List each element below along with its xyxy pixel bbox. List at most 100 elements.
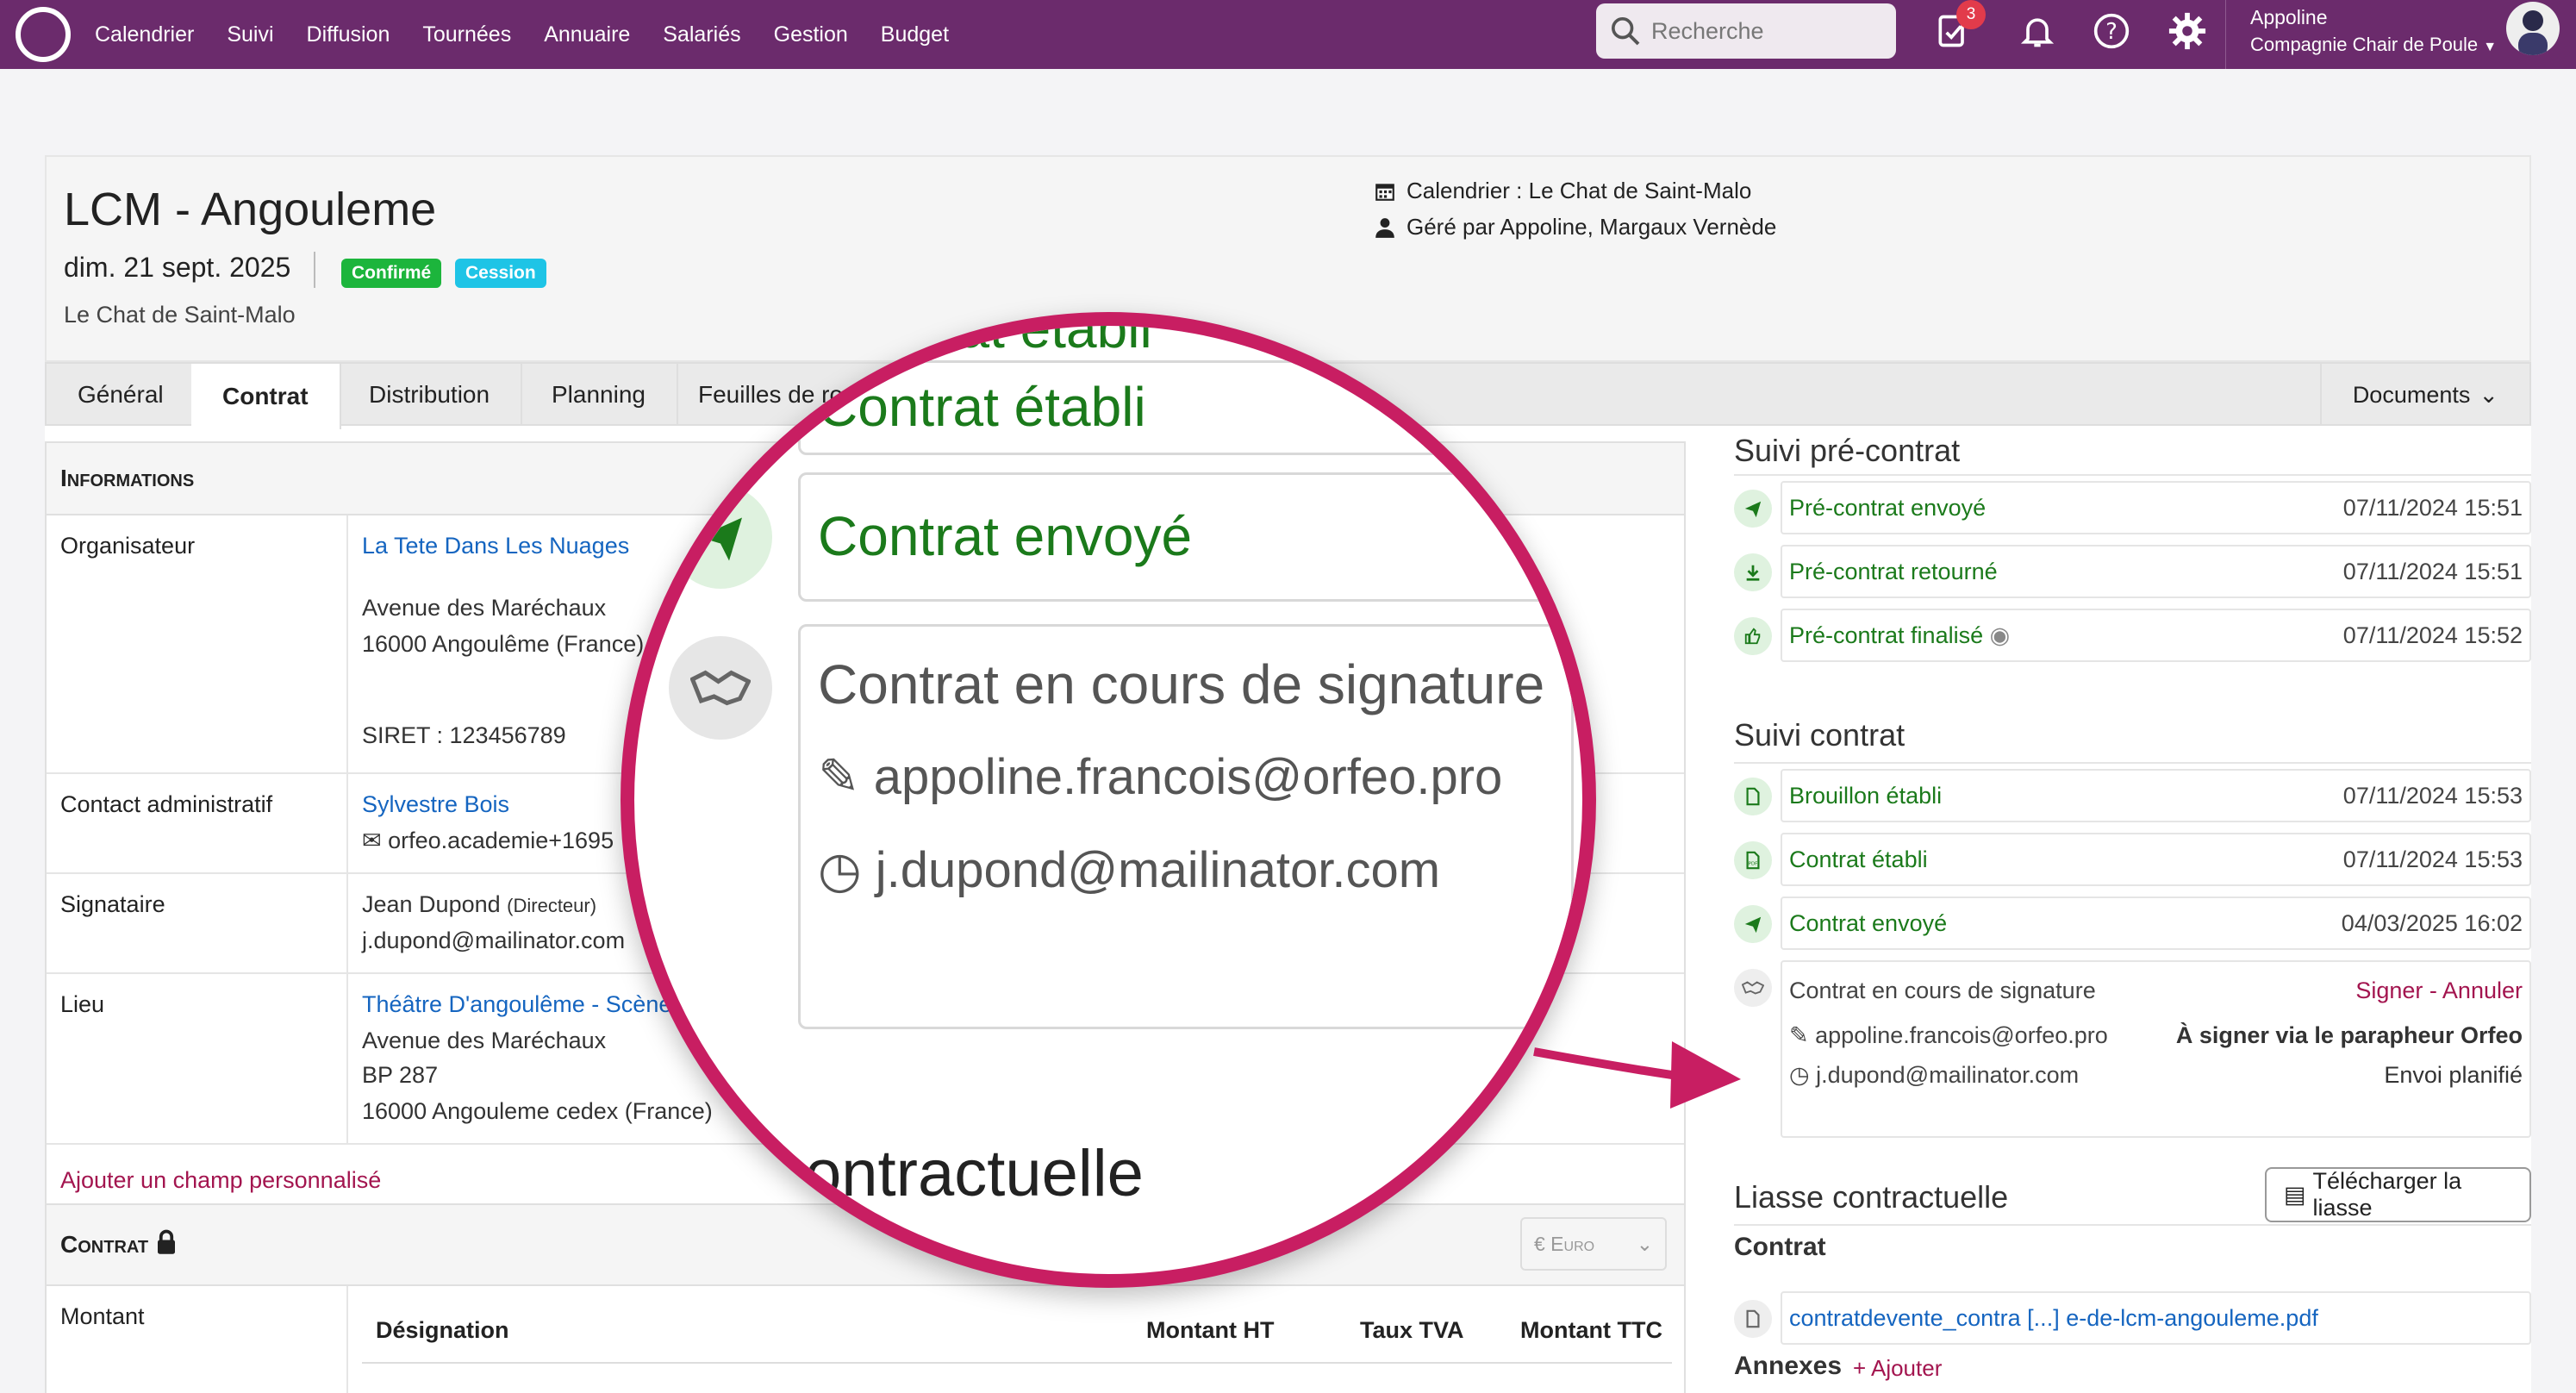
- currency-select[interactable]: € Euro ⌄: [1520, 1217, 1667, 1271]
- nav-tournees[interactable]: Tournées: [422, 22, 511, 47]
- calendar-icon: [1375, 183, 1394, 201]
- nav-calendrier[interactable]: Calendrier: [95, 22, 194, 47]
- contact-email[interactable]: orfeo.academie+1695: [388, 828, 614, 853]
- thumbs-up-icon: [1734, 617, 1772, 655]
- sign-cancel-actions[interactable]: Signer - Annuler: [2355, 978, 2523, 1004]
- contract-follow-heading: Suivi contrat: [1734, 717, 1905, 753]
- value-column: [346, 874, 348, 972]
- organiser-label: Organisateur: [60, 533, 196, 559]
- signer-label: Signataire: [60, 891, 165, 917]
- caret-down-icon: ▼: [2483, 40, 2498, 54]
- event-date: 04/03/2025 16:02: [2341, 909, 2523, 936]
- add-annex-link[interactable]: + Ajouter: [1853, 1355, 1942, 1382]
- place-link[interactable]: Théâtre D'angoulême - Scène: [362, 991, 671, 1018]
- magnified-sent: Contrat envoyé: [818, 505, 1193, 567]
- signer-email-2: j.dupond@mailinator.com: [1816, 1062, 2080, 1088]
- tab-general[interactable]: Général: [47, 364, 196, 426]
- search-input[interactable]: Recherche: [1596, 3, 1896, 59]
- user-company: Compagnie Chair de Poule: [2250, 34, 2479, 55]
- organiser-city: 16000 Angoulême (France): [362, 631, 645, 657]
- notification-count-badge: 3: [1956, 0, 1986, 29]
- liasse-contract-label: Contrat: [1734, 1233, 1826, 1261]
- contract-file-link[interactable]: contratdevente_contra [...] e-de-lcm-ang…: [1789, 1305, 2318, 1332]
- event-date: 07/11/2024 15:53: [2342, 846, 2523, 872]
- value-column: [346, 774, 348, 872]
- paper-plane-icon: [1734, 905, 1772, 943]
- user-menu[interactable]: Appoline Compagnie Chair de Poule ▼: [2225, 0, 2497, 69]
- tab-planning[interactable]: Planning: [521, 364, 678, 426]
- page-title: LCM - Angouleme: [64, 184, 437, 235]
- file-pdf-icon: PDF: [1734, 841, 1772, 879]
- handshake-icon: [669, 636, 772, 740]
- eye-icon[interactable]: ◉: [1990, 622, 2011, 648]
- download-liasse-button[interactable]: ▤ Télécharger la liasse: [2265, 1167, 2531, 1222]
- signing-label: Contrat en cours de signature: [1789, 978, 2096, 1003]
- app-logo[interactable]: [16, 7, 71, 62]
- nav-budget[interactable]: Budget: [881, 22, 949, 47]
- status-badge-confirmed: Confirmé: [341, 259, 442, 288]
- magnified-card-sent: Contrat envoyé: [798, 472, 1574, 602]
- edit-icon: ✎: [1789, 1022, 1809, 1048]
- bell-icon[interactable]: [2013, 7, 2061, 55]
- event-label: Contrat envoyé: [1789, 909, 1948, 936]
- magnifier-overlay: Contrat établi Contrat établi Contrat en…: [621, 312, 1596, 1288]
- documents-label: Documents: [2352, 381, 2471, 408]
- value-column: [346, 1286, 348, 1393]
- sign-via-note: À signer via le parapheur Orfeo: [2175, 1022, 2523, 1048]
- calendar-info: Calendrier : Le Chat de Saint-Malo: [1374, 178, 1751, 204]
- contact-label: Contact administratif: [60, 791, 273, 817]
- add-custom-field-link[interactable]: Ajouter un champ personnalisé: [60, 1167, 381, 1194]
- nav-suivi[interactable]: Suivi: [227, 22, 273, 47]
- gear-icon[interactable]: [2163, 7, 2211, 55]
- download-liasse-label: Télécharger la liasse: [2312, 1168, 2462, 1221]
- divider: [1734, 1224, 2531, 1226]
- nav-gestion[interactable]: Gestion: [774, 22, 848, 47]
- organisation-name: Le Chat de Saint-Malo: [64, 302, 296, 328]
- paper-plane-icon: [1734, 490, 1772, 528]
- top-navbar: Calendrier Suivi Diffusion Tournées Annu…: [0, 0, 2576, 69]
- contact-link[interactable]: Sylvestre Bois: [362, 791, 509, 818]
- col-taux-tva: Taux TVA: [1360, 1317, 1464, 1343]
- managed-label: Géré par Appoline, Margaux Vernède: [1407, 214, 1777, 240]
- avatar[interactable]: [2506, 2, 2560, 55]
- place-address: Avenue des Maréchaux: [362, 1028, 607, 1053]
- tab-distribution[interactable]: Distribution: [338, 364, 523, 426]
- search-placeholder: Recherche: [1651, 17, 1764, 44]
- nav-salaries[interactable]: Salariés: [663, 22, 740, 47]
- nav-diffusion[interactable]: Diffusion: [307, 22, 390, 47]
- magnified-card-established: Contrat établi: [798, 360, 1574, 455]
- contract-established: Contrat établi 07/11/2024 15:53: [1781, 833, 2531, 886]
- divider: [1734, 474, 2531, 476]
- magnified-card-signing: Contrat en cours de signature ✎ appoline…: [798, 624, 1574, 1029]
- magnified-established: Contrat établi: [818, 376, 1146, 438]
- annexes-label: Annexes: [1734, 1352, 1843, 1380]
- file-download-icon: ▤: [2284, 1181, 2306, 1208]
- clock-icon: ◷: [1789, 1062, 1810, 1088]
- magnified-signing: Contrat en cours de signature: [818, 653, 1545, 715]
- event-date: 07/11/2024 15:53: [2342, 782, 2523, 809]
- draft-established: Brouillon établi 07/11/2024 15:53: [1781, 769, 2531, 822]
- precontract-returned: Pré-contrat retourné 07/11/2024 15:51: [1781, 545, 2531, 598]
- divider: [362, 1362, 1672, 1364]
- event-label: Pré-contrat finalisé: [1789, 622, 1984, 648]
- event-date: 07/11/2024 15:52: [2342, 622, 2523, 648]
- value-column: [346, 974, 348, 1143]
- managed-by: Géré par Appoline, Margaux Vernède: [1374, 214, 1776, 240]
- divider: [314, 252, 315, 288]
- documents-dropdown[interactable]: Documents ⌄: [2319, 364, 2529, 426]
- file-pdf-icon: [1734, 1300, 1772, 1338]
- magnified-email-1: appoline.francois@orfeo.pro: [873, 749, 1503, 805]
- nav-annuaire[interactable]: Annuaire: [544, 22, 630, 47]
- svg-text:?: ?: [2105, 19, 2118, 45]
- envelope-icon: ✉: [362, 828, 382, 853]
- place-bp: BP 287: [362, 1062, 439, 1088]
- event-header: LCM - Angouleme dim. 21 sept. 2025 Confi…: [45, 155, 2531, 362]
- paper-plane-icon: [669, 485, 772, 589]
- organiser-link[interactable]: La Tete Dans Les Nuages: [362, 533, 629, 559]
- tab-contrat[interactable]: Contrat: [191, 364, 341, 429]
- contract-heading-label: Contrat: [60, 1231, 149, 1258]
- help-icon[interactable]: ?: [2087, 7, 2136, 55]
- handshake-icon: [1734, 969, 1772, 1007]
- main-menu: Calendrier Suivi Diffusion Tournées Annu…: [95, 0, 949, 69]
- file-icon: [1734, 778, 1772, 815]
